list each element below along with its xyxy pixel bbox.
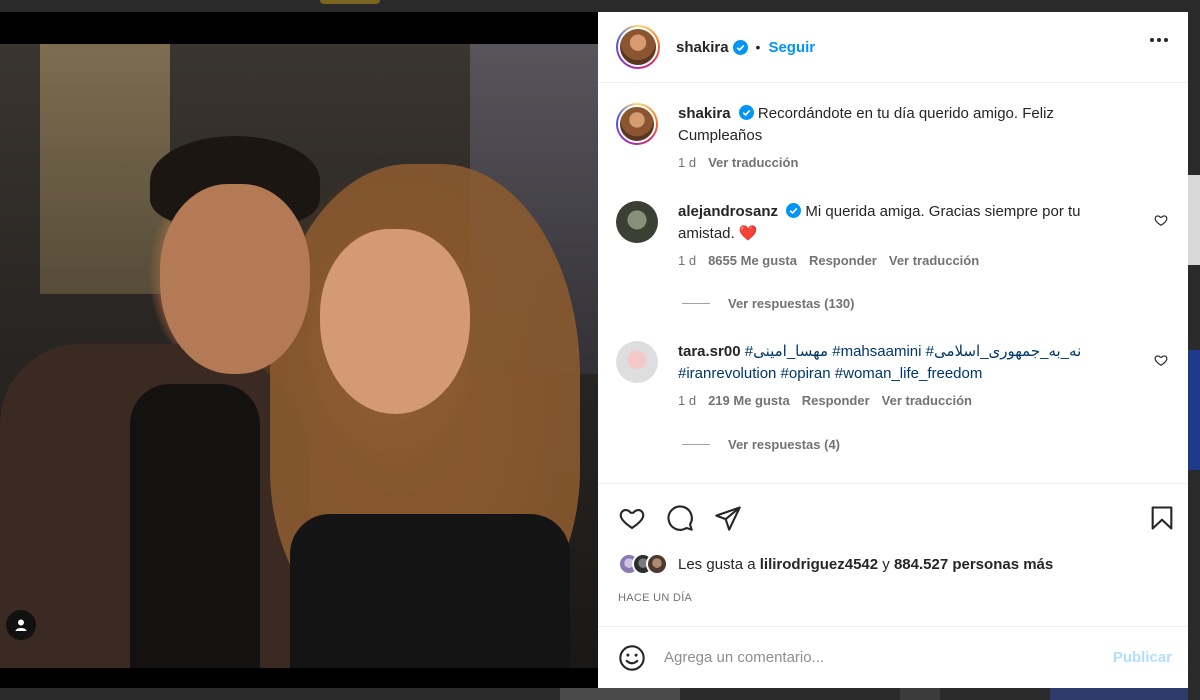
view-replies-button[interactable]: Ver respuestas (4) [682, 437, 840, 452]
emoji-icon[interactable] [618, 644, 646, 672]
comments-list[interactable]: shakira Recordándote en tu día querido a… [598, 83, 1188, 483]
view-replies-button[interactable]: Ver respuestas (130) [682, 296, 854, 311]
likes-others[interactable]: 884.527 personas más [894, 556, 1053, 573]
likes-connector: y [882, 555, 890, 573]
user-tag-icon[interactable] [6, 610, 36, 640]
likes-user[interactable]: lilirodriguez4542 [760, 556, 878, 573]
background-right [1188, 0, 1200, 700]
liker-avatar [646, 553, 668, 575]
save-icon[interactable] [1148, 504, 1176, 532]
heart-icon[interactable] [1154, 213, 1168, 227]
heart-emoji: ❤️ [738, 225, 758, 242]
view-replies-label: Ver respuestas (130) [728, 296, 855, 311]
comment-item: alejandrosanz Mi querida amiga. Gracias … [616, 201, 1176, 268]
post-comment-button[interactable]: Publicar [1113, 649, 1172, 666]
comment-item: tara.sr00 #مهسا_امینی #mahsaamini #نه_به… [616, 341, 1176, 408]
comment-username[interactable]: alejandrosanz [678, 203, 778, 220]
view-replies-label: Ver respuestas (4) [728, 437, 841, 452]
comment-input[interactable] [664, 649, 1084, 666]
replies-line [682, 444, 710, 445]
header-separator: • [755, 39, 761, 55]
post-timestamp: HACE UN DÍA [618, 592, 693, 604]
heart-icon[interactable] [1154, 353, 1168, 367]
caption-username[interactable]: shakira [678, 105, 731, 122]
reply-button[interactable]: Responder [809, 253, 877, 268]
comment-time: 1 d [678, 253, 697, 268]
post-photo[interactable] [0, 44, 598, 668]
caption-avatar[interactable] [616, 103, 658, 145]
heart-icon[interactable] [618, 504, 646, 532]
post-header: shakira • Seguir [598, 12, 1188, 83]
comment-translate-link[interactable]: Ver traducción [882, 393, 972, 408]
reply-button[interactable]: Responder [802, 393, 870, 408]
more-options-icon[interactable] [1150, 38, 1168, 42]
verified-icon [732, 39, 748, 55]
comment-username[interactable]: tara.sr00 [678, 343, 741, 360]
comment-time: 1 d [678, 393, 697, 408]
replies-line [682, 303, 710, 304]
post-media-area [0, 12, 598, 688]
background-bottom [0, 688, 1200, 700]
post-detail-panel: shakira • Seguir shakira Recordándote en… [598, 12, 1188, 688]
caption-translate-link[interactable]: Ver traducción [708, 155, 798, 170]
comment-avatar[interactable] [616, 201, 658, 243]
comment-translate-link[interactable]: Ver traducción [889, 253, 979, 268]
comment-composer: Publicar [598, 626, 1188, 688]
caption-text: Recordándote en tu día querido amigo. Fe… [678, 105, 1054, 144]
post-caption: shakira Recordándote en tu día querido a… [616, 103, 1176, 170]
follow-button[interactable]: Seguir [768, 39, 815, 56]
share-icon[interactable] [714, 504, 742, 532]
verified-icon [738, 105, 754, 120]
likes-text[interactable]: Les gusta a lilirodriguez4542 y 884.527 … [678, 556, 1053, 573]
caption-time: 1 d [678, 155, 697, 170]
author-username[interactable]: shakira [676, 39, 729, 56]
author-avatar[interactable] [616, 25, 660, 69]
comment-likes[interactable]: 219 Me gusta [708, 393, 790, 408]
comment-icon[interactable] [666, 504, 694, 532]
likes-prefix: Les gusta a [678, 555, 756, 573]
comment-likes[interactable]: 8655 Me gusta [708, 253, 797, 268]
background-top [0, 0, 1200, 12]
likes-summary: Les gusta a lilirodriguez4542 y 884.527 … [618, 553, 1053, 575]
comment-avatar[interactable] [616, 341, 658, 383]
verified-icon [786, 203, 802, 218]
post-actions: Les gusta a lilirodriguez4542 y 884.527 … [598, 483, 1188, 643]
